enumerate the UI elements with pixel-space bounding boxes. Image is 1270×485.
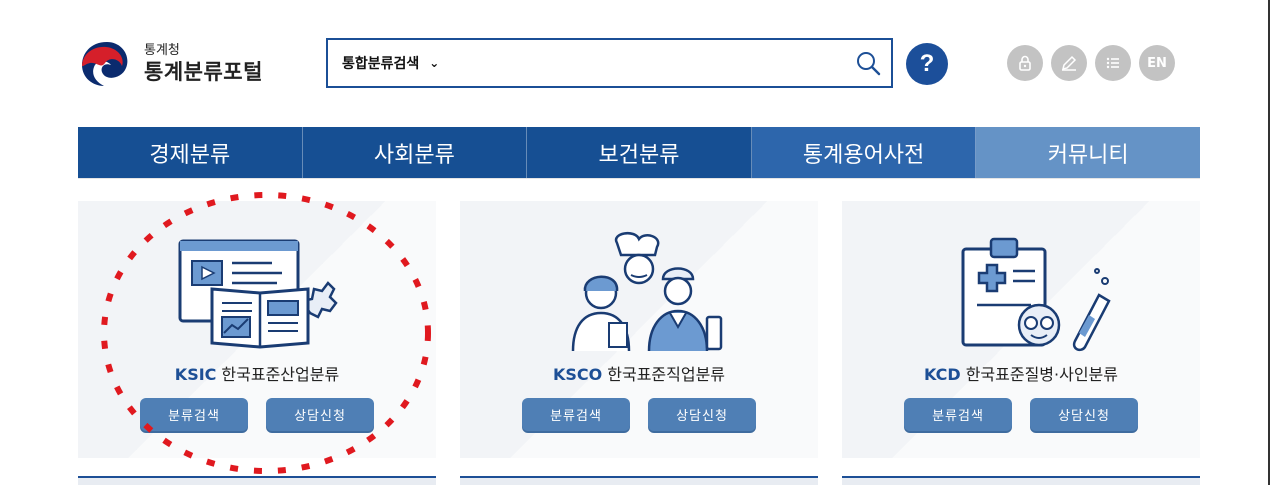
kcd-search-button[interactable]: 분류검색 bbox=[904, 398, 1012, 431]
kcd-code: KCD bbox=[924, 365, 961, 384]
government-emblem-icon bbox=[82, 42, 128, 86]
pencil-icon bbox=[1061, 55, 1077, 71]
ksco-card: KSCO 한국표준직업분류 분류검색 상담신청 bbox=[460, 201, 818, 458]
ksic-search-button[interactable]: 분류검색 bbox=[140, 398, 248, 431]
list-icon bbox=[1106, 57, 1119, 69]
search-scope-select[interactable]: 통합분류검색 ⌄ bbox=[328, 53, 439, 73]
agency-name: 통계청 bbox=[144, 43, 180, 58]
nav-statistics-glossary[interactable]: 통계용어사전 bbox=[751, 127, 977, 178]
search-scope-value: 통합분류검색 bbox=[342, 56, 420, 72]
site-title: 통계분류포털 bbox=[144, 60, 263, 84]
search-button[interactable] bbox=[845, 40, 891, 86]
site-logo[interactable]: 통계청 통계분류포털 bbox=[78, 38, 263, 90]
next-card-top bbox=[842, 476, 1200, 485]
lock-button[interactable] bbox=[1007, 45, 1043, 81]
help-button[interactable]: ? bbox=[906, 43, 948, 85]
next-card-top bbox=[78, 476, 436, 485]
nav-social-classification[interactable]: 사회분류 bbox=[302, 127, 528, 178]
medical-chart-icon bbox=[842, 231, 1200, 356]
ksco-title: KSCO 한국표준직업분류 bbox=[460, 361, 818, 385]
kcd-name: 한국표준질병·사인분류 bbox=[965, 365, 1118, 384]
nav-economic-classification[interactable]: 경제분류 bbox=[78, 127, 303, 178]
search-bar: 통합분류검색 ⌄ bbox=[326, 38, 893, 88]
ksco-search-button[interactable]: 분류검색 bbox=[522, 398, 630, 431]
ksic-title: KSIC 한국표준산업분류 bbox=[78, 361, 436, 385]
chevron-down-icon: ⌄ bbox=[429, 56, 440, 70]
occupation-people-icon bbox=[460, 231, 818, 356]
ksco-consult-button[interactable]: 상담신청 bbox=[648, 398, 756, 431]
language-en-button[interactable]: EN bbox=[1139, 45, 1175, 81]
ksic-name: 한국표준산업분류 bbox=[221, 365, 340, 384]
page-frame: 통계청 통계분류포털 통합분류검색 ⌄ ? EN 경제분류 사회분류 보건분류 … bbox=[0, 0, 1270, 485]
industry-book-icon bbox=[78, 231, 436, 356]
nav-health-classification[interactable]: 보건분류 bbox=[527, 127, 752, 178]
ksco-name: 한국표준직업분류 bbox=[607, 365, 726, 384]
next-card-top bbox=[460, 476, 818, 485]
ksic-card: KSIC 한국표준산업분류 분류검색 상담신청 bbox=[78, 201, 436, 458]
kcd-card: KCD 한국표준질병·사인분류 분류검색 상담신청 bbox=[842, 201, 1200, 458]
edit-button[interactable] bbox=[1051, 45, 1087, 81]
search-input[interactable] bbox=[439, 40, 845, 86]
menu-list-button[interactable] bbox=[1095, 45, 1131, 81]
lock-icon bbox=[1019, 55, 1031, 71]
ksic-consult-button[interactable]: 상담신청 bbox=[266, 398, 374, 431]
ksco-code: KSCO bbox=[552, 365, 603, 384]
ksic-code: KSIC bbox=[174, 365, 217, 384]
main-nav: 경제분류 사회분류 보건분류 통계용어사전 커뮤니티 bbox=[78, 127, 1200, 179]
kcd-consult-button[interactable]: 상담신청 bbox=[1030, 398, 1138, 431]
search-icon bbox=[857, 52, 881, 76]
nav-community[interactable]: 커뮤니티 bbox=[976, 127, 1200, 178]
kcd-title: KCD 한국표준질병·사인분류 bbox=[842, 361, 1200, 385]
